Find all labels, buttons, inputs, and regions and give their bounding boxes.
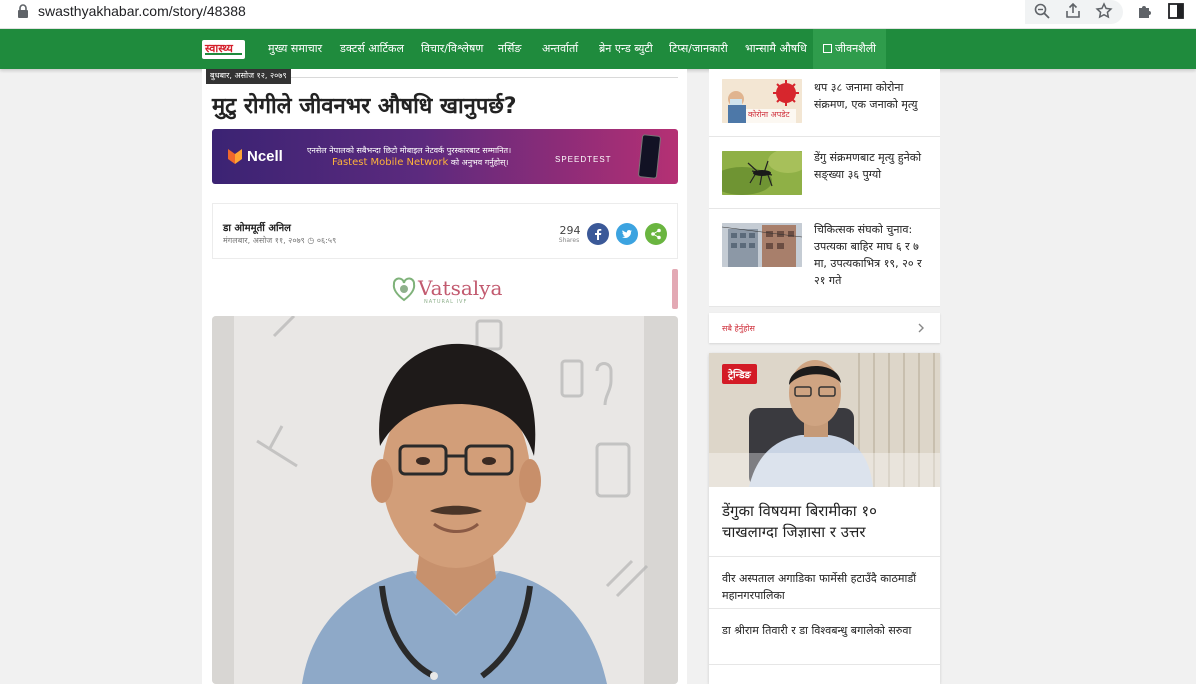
ncell-ad-line2: Fastest Mobile Network को अनुभव गर्नुहोस… [332, 157, 508, 168]
news-title[interactable]: चिकित्सक संघको चुनाव: उपत्यका बाहिर माघ … [814, 221, 932, 289]
address-bar-url[interactable]: swasthyakhabar.com/story/48388 [38, 3, 246, 19]
author-share-bar: डा ओममूर्ती अनिल मंगलबार, असोज ११, २०७९ … [212, 203, 678, 259]
vatsalya-name: Vatsalya [418, 276, 503, 300]
more-share-button[interactable] [645, 223, 667, 245]
nav-item-nursing[interactable]: नर्सिङ [498, 41, 521, 56]
extensions-puzzle-icon[interactable] [1136, 2, 1154, 20]
nav-item-lifestyle[interactable]: जीवनशैली [813, 29, 887, 69]
twitter-icon [622, 229, 632, 238]
chevron-right-icon [918, 323, 924, 333]
article-photo [212, 316, 678, 684]
nav-item-main-news[interactable]: मुख्य समाचार [268, 41, 322, 56]
author-name[interactable]: डा ओममूर्ती अनिल [223, 220, 291, 234]
trending-card[interactable]: ट्रेन्डिङ डेंगुका विषयमा बिरामीका १० चाख… [709, 353, 940, 684]
sidebar-news-list: कोरोना अपडेट थप ३८ जनामा कोरोना संक्रमण,… [709, 69, 940, 307]
view-all-label: सबै हेर्नुहोस [722, 324, 755, 333]
nav-item-opinion[interactable]: विचार/विश्लेषण [421, 41, 483, 56]
side-panel-icon[interactable] [1167, 2, 1185, 20]
share-page-icon[interactable] [1064, 2, 1082, 20]
trending-item-title[interactable]: वीर अस्पताल अगाडिका फार्मेसी हटाउँदै काठ… [722, 570, 927, 604]
doctor-portrait [212, 316, 678, 684]
news-title[interactable]: थप ३८ जनामा कोरोना संक्रमण, एक जनाको मृत… [814, 79, 932, 113]
nav-item-doctors-article[interactable]: डक्टर्स आर्टिकल [340, 41, 404, 56]
news-item[interactable]: कोरोना अपडेट थप ३८ जनामा कोरोना संक्रमण,… [709, 69, 940, 137]
main-navigation: स्वास्थ्य मुख्य समाचार डक्टर्स आर्टिकल व… [0, 29, 1196, 69]
twitter-share-button[interactable] [616, 223, 638, 245]
share-label: Shares [558, 237, 580, 244]
ncell-brand: Ncell [247, 148, 283, 165]
news-thumbnail [722, 223, 802, 267]
vatsalya-ad[interactable]: Vatsalya NATURAL IVF [388, 271, 508, 307]
ncell-ad-line1: एनसेल नेपालको सबैभन्दा छिटो मोबाइल नेटवर… [307, 146, 512, 155]
nav-item-kitchen-medicine[interactable]: भान्सामै औषधि [745, 41, 807, 56]
ncell-ad-suffix: को अनुभव गर्नुहोस्। [448, 158, 509, 167]
trending-list-item[interactable]: वीर अस्पताल अगाडिका फार्मेसी हटाउँदै काठ… [709, 556, 940, 608]
facebook-share-button[interactable] [587, 223, 609, 245]
article-date-tag: बुधबार, असोज १२, २०७९ [206, 69, 291, 84]
trending-badge: ट्रेन्डिङ [722, 364, 757, 384]
nav-item-brain-beauty[interactable]: ब्रेन एन्ड ब्युटी [599, 41, 653, 56]
address-bar-actions [1025, 0, 1123, 24]
view-all-button[interactable]: सबै हेर्नुहोस [709, 313, 940, 343]
article-column: बुधबार, असोज १२, २०७९ मुटु रोगीले जीवनभर… [202, 69, 687, 684]
vatsalya-tagline: NATURAL IVF [424, 299, 468, 305]
trending-list-item[interactable]: डा श्रीराम तिवारी र डा विश्वबन्धु बगालेक… [709, 608, 940, 664]
trending-list-item[interactable] [709, 664, 940, 684]
zoom-icon[interactable] [1033, 2, 1051, 20]
news-title[interactable]: डेंगु संक्रमणबाट मृत्यु हुनेको सङ्ख्या ३… [814, 149, 932, 183]
speedtest-label: SPEEDTEST [555, 155, 612, 164]
nav-item-interview[interactable]: अन्तर्वार्ता [542, 41, 578, 56]
vatsalya-logo-icon [392, 277, 416, 302]
browser-toolbar: swasthyakhabar.com/story/48388 [0, 0, 1196, 29]
article-headline: मुटु रोगीले जीवनभर औषधि खानुपर्छ? [212, 94, 517, 119]
book-icon [823, 44, 832, 53]
published-date: मंगलबार, असोज ११, २०७९ ◷ ०६:५९ [223, 236, 337, 245]
trending-item-title[interactable]: डा श्रीराम तिवारी र डा विश्वबन्धु बगालेक… [722, 622, 927, 639]
bookmark-star-icon[interactable] [1095, 2, 1113, 20]
facebook-icon [595, 229, 602, 240]
ncell-ad-highlight: Fastest Mobile Network [332, 157, 449, 168]
trending-headline[interactable]: डेंगुका विषयमा बिरामीका १० चाखलाग्दा जिज… [722, 501, 922, 543]
lock-icon[interactable] [17, 4, 29, 18]
share-count: 294 [559, 224, 581, 237]
news-thumbnail [722, 151, 802, 195]
ncell-ad-banner[interactable]: Ncell एनसेल नेपालको सबैभन्दा छिटो मोबाइल… [212, 129, 678, 184]
ad-edge [672, 269, 678, 309]
ncell-logo-icon [228, 149, 242, 164]
nav-item-tips[interactable]: टिप्स/जानकारी [669, 41, 728, 56]
news-item[interactable]: डेंगु संक्रमणबाट मृत्यु हुनेको सङ्ख्या ३… [709, 137, 940, 209]
site-logo[interactable]: स्वास्थ्य [202, 40, 245, 59]
thumb-caption: कोरोना अपडेट [748, 110, 790, 119]
nav-item-lifestyle-label: जीवनशैली [835, 42, 877, 55]
trending-image: ट्रेन्डिङ [709, 353, 940, 487]
phone-graphic [637, 134, 662, 179]
news-thumbnail: कोरोना अपडेट [722, 79, 802, 123]
share-icon [651, 228, 661, 240]
news-item[interactable]: चिकित्सक संघको चुनाव: उपत्यका बाहिर माघ … [709, 209, 940, 307]
